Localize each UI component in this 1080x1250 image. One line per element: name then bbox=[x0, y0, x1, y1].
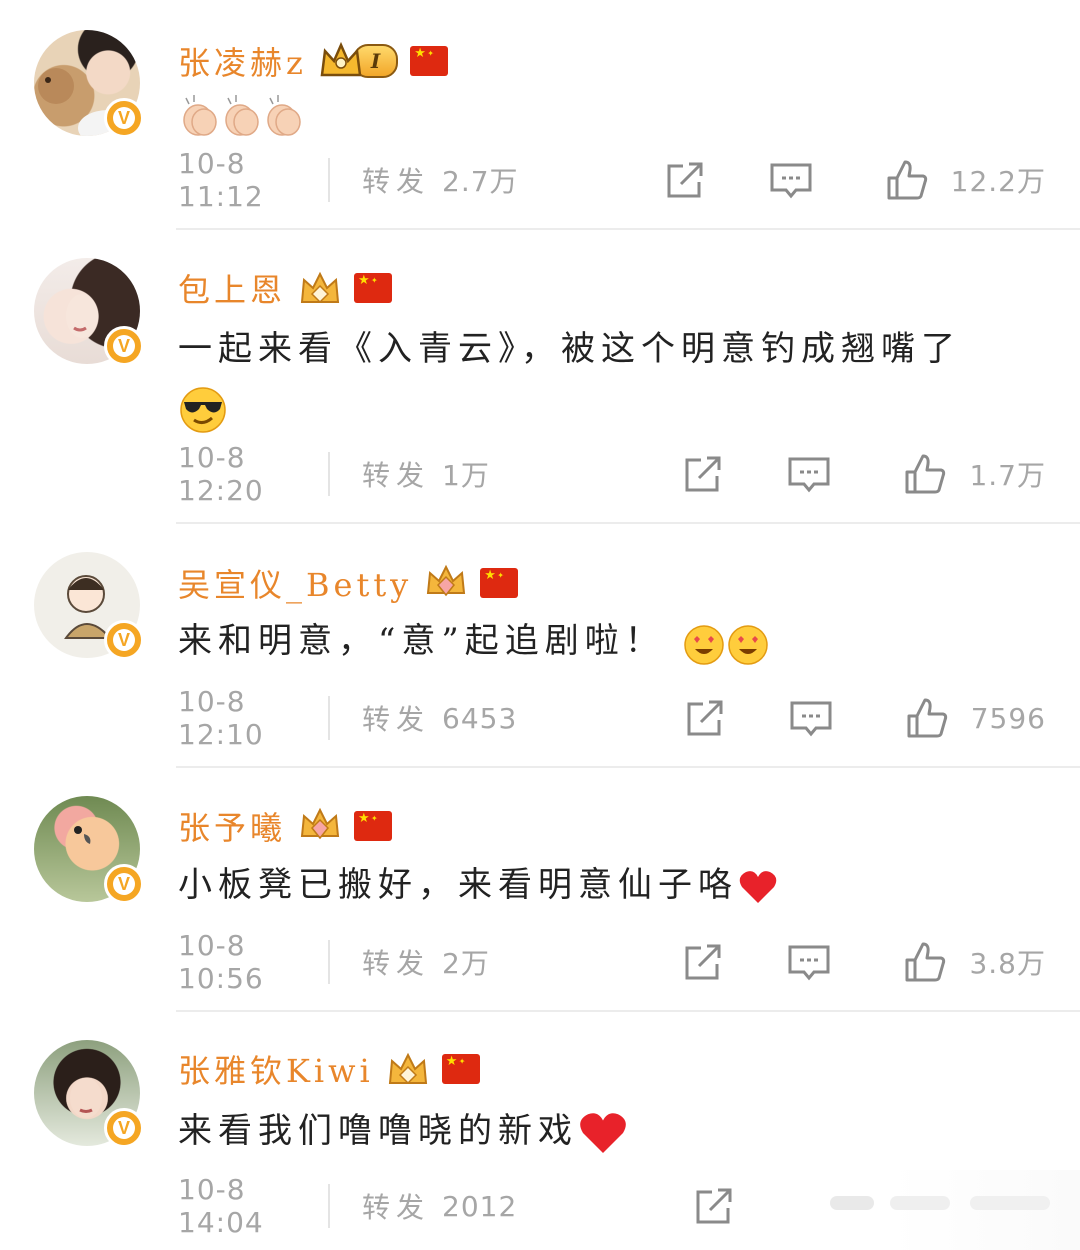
red-heart-icon bbox=[739, 871, 777, 903]
avatar[interactable]: V bbox=[34, 796, 144, 904]
repost-label[interactable]: 转发 bbox=[362, 454, 430, 494]
divider bbox=[328, 452, 330, 496]
sunglasses-emoji-icon bbox=[180, 387, 226, 433]
china-flag-icon bbox=[354, 811, 393, 841]
verified-badge-icon: V bbox=[104, 620, 144, 660]
repost-count: 2012 bbox=[442, 1189, 518, 1223]
crown-icon bbox=[388, 1052, 427, 1085]
crown-icon bbox=[300, 807, 340, 840]
like-icon[interactable] bbox=[903, 452, 947, 496]
post-divider bbox=[176, 228, 1080, 230]
verified-badge-icon: V bbox=[104, 1108, 144, 1148]
divider bbox=[328, 1184, 330, 1228]
username[interactable]: 张凌赫z bbox=[178, 38, 307, 84]
repost-count: 1万 bbox=[442, 459, 490, 492]
clap-icon bbox=[183, 95, 301, 136]
post-divider bbox=[176, 522, 1080, 524]
post-content: 小板凳已搬好，来看明意仙子咯 bbox=[178, 856, 1020, 914]
share-icon[interactable] bbox=[683, 696, 727, 740]
timestamp: 10-8 14:04 bbox=[178, 1173, 264, 1239]
post-content: 一起来看《入青云》，被这个明意钓成翘嘴了 bbox=[178, 320, 1020, 436]
crown-icon bbox=[427, 564, 466, 597]
like-count: 3.8万 bbox=[969, 947, 1046, 980]
repost-count: 6453 bbox=[442, 701, 518, 735]
divider bbox=[328, 940, 330, 984]
action-bar: 10-8 11:12 转发 2.7万 12.2万 bbox=[178, 147, 1046, 213]
rank-badge: I bbox=[319, 41, 399, 81]
post-text: 小板凳已搬好，来看明意仙子咯 bbox=[178, 865, 738, 905]
china-flag-icon bbox=[441, 1054, 480, 1084]
post-divider bbox=[176, 766, 1080, 768]
username[interactable]: 张雅钦Kiwi bbox=[178, 1046, 374, 1092]
like-icon[interactable] bbox=[885, 158, 929, 202]
verified-badge-icon: V bbox=[104, 326, 144, 366]
share-icon[interactable] bbox=[681, 452, 725, 496]
post-text: 来看我们噜噜晓的新戏 bbox=[178, 1111, 578, 1151]
like-count: 12.2万 bbox=[950, 165, 1046, 198]
username[interactable]: 吴宣仪_Betty bbox=[178, 560, 412, 606]
repost-count: 2万 bbox=[442, 947, 490, 980]
action-bar: 10-8 10:56 转发 2万 3.8万 bbox=[178, 929, 1046, 995]
timestamp: 10-8 12:20 bbox=[178, 441, 264, 507]
action-bar: 10-8 12:10 转发 6453 7596 bbox=[178, 685, 1046, 751]
username[interactable]: 包上恩 bbox=[178, 265, 286, 311]
like-icon[interactable] bbox=[903, 940, 947, 984]
repost-count: 2.7万 bbox=[442, 165, 519, 198]
post-text: 一起来看《入青云》，被这个明意钓成翘嘴了 bbox=[178, 329, 961, 369]
verified-badge-icon: V bbox=[104, 864, 144, 904]
comment-icon[interactable] bbox=[769, 158, 813, 202]
post-content: 来和明意，“意”起追剧啦！ bbox=[178, 612, 1020, 670]
crown-icon bbox=[320, 41, 362, 77]
repost-label[interactable]: 转发 bbox=[362, 698, 430, 738]
divider bbox=[328, 696, 330, 740]
like-icon[interactable] bbox=[905, 696, 949, 740]
avatar[interactable]: V bbox=[34, 258, 144, 366]
like-count: 1.7万 bbox=[969, 459, 1046, 492]
share-icon[interactable] bbox=[681, 940, 725, 984]
avatar[interactable]: V bbox=[34, 1040, 144, 1148]
repost-label[interactable]: 转发 bbox=[362, 160, 430, 200]
blurred-overlay bbox=[790, 1170, 1080, 1250]
action-bar: 10-8 12:20 转发 1万 1.7万 bbox=[178, 441, 1046, 507]
post-divider bbox=[176, 1010, 1080, 1012]
comment-icon[interactable] bbox=[787, 940, 831, 984]
avatar[interactable]: V bbox=[34, 30, 144, 138]
china-flag-icon bbox=[354, 273, 393, 303]
crown-icon bbox=[300, 271, 340, 304]
verified-badge-icon: V bbox=[104, 98, 144, 138]
china-flag-icon bbox=[480, 568, 519, 598]
share-icon[interactable] bbox=[692, 1184, 736, 1228]
like-count: 7596 bbox=[970, 701, 1046, 735]
hearts-face-emoji-icon bbox=[683, 625, 768, 665]
post-content bbox=[178, 84, 1020, 142]
divider bbox=[328, 158, 330, 202]
comment-icon[interactable] bbox=[789, 696, 833, 740]
red-heart-icon bbox=[580, 1113, 626, 1153]
timestamp: 10-8 12:10 bbox=[178, 685, 264, 751]
repost-label[interactable]: 转发 bbox=[362, 942, 430, 982]
avatar[interactable]: V bbox=[34, 552, 144, 660]
username[interactable]: 张予曦 bbox=[178, 803, 286, 849]
comment-icon[interactable] bbox=[787, 452, 831, 496]
timestamp: 10-8 10:56 bbox=[178, 929, 264, 995]
share-icon[interactable] bbox=[663, 158, 707, 202]
timestamp: 10-8 11:12 bbox=[178, 147, 264, 213]
post-text: 来和明意，“意”起追剧啦！ bbox=[178, 621, 665, 661]
repost-label[interactable]: 转发 bbox=[362, 1186, 430, 1226]
china-flag-icon bbox=[410, 46, 449, 76]
post-content: 来看我们噜噜晓的新戏 bbox=[178, 1102, 1020, 1160]
